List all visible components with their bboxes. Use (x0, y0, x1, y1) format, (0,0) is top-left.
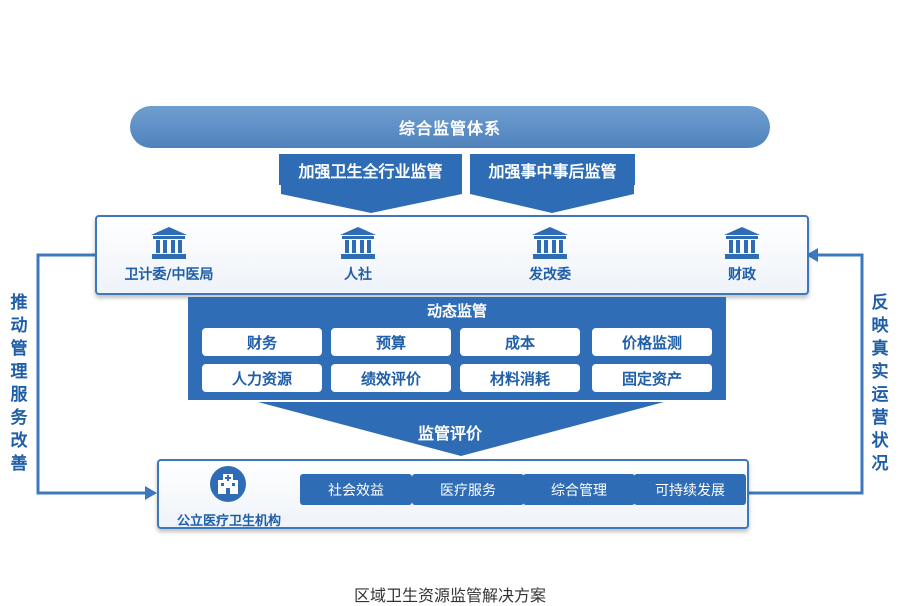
government-building-icon (340, 227, 376, 259)
down-arrow-right (470, 185, 634, 213)
item-comprehensive-management: 综合管理 (523, 474, 635, 505)
item-material-consumption: 材料消耗 (460, 364, 580, 392)
item-price-monitoring: 价格监测 (592, 328, 712, 356)
government-building-icon (151, 227, 187, 259)
government-building-icon (724, 227, 760, 259)
item-social-benefit: 社会效益 (300, 474, 412, 505)
agency-label: 发改委 (529, 267, 571, 283)
item-cost: 成本 (460, 328, 580, 356)
supervision-evaluation-label: 监管评价 (417, 424, 482, 443)
tag-process-supervision: 加强事中事后监管 (470, 154, 635, 185)
item-human-resources: 人力资源 (202, 364, 322, 392)
left-side-label: 推动管理 服务改善 (10, 293, 28, 474)
agency-label: 财政 (728, 267, 756, 283)
agency-development-reform: 发改委 (485, 226, 615, 284)
system-banner: 综合监管体系 (130, 106, 770, 148)
agency-human-resources: 人社 (293, 226, 423, 284)
hospital-icon (210, 466, 246, 502)
agency-label: 人社 (344, 267, 372, 283)
diagram-caption: 区域卫生资源监管解决方案 (353, 586, 546, 605)
right-side-label: 反映真实 运营状况 (871, 293, 889, 474)
agency-finance: 财政 (677, 226, 807, 284)
agency-label: 卫计委/中医局 (124, 267, 214, 283)
item-sustainable-development: 可持续发展 (634, 474, 746, 505)
down-arrow-left (281, 185, 462, 213)
dynamic-supervision-title: 动态监管 (426, 302, 487, 320)
left-loop-arrowhead (145, 486, 157, 500)
public-hospital-label: 公立医疗卫生机构 (176, 514, 281, 529)
item-fixed-assets: 固定资产 (592, 364, 712, 392)
government-building-icon (532, 227, 568, 259)
tag-industry-supervision: 加强卫生全行业监管 (279, 154, 462, 185)
item-performance-evaluation: 绩效评价 (331, 364, 451, 392)
item-budget: 预算 (331, 328, 451, 356)
item-medical-service: 医疗服务 (412, 474, 524, 505)
agency-health-commission: 卫计委/中医局 (104, 226, 234, 284)
item-finance: 财务 (202, 328, 322, 356)
